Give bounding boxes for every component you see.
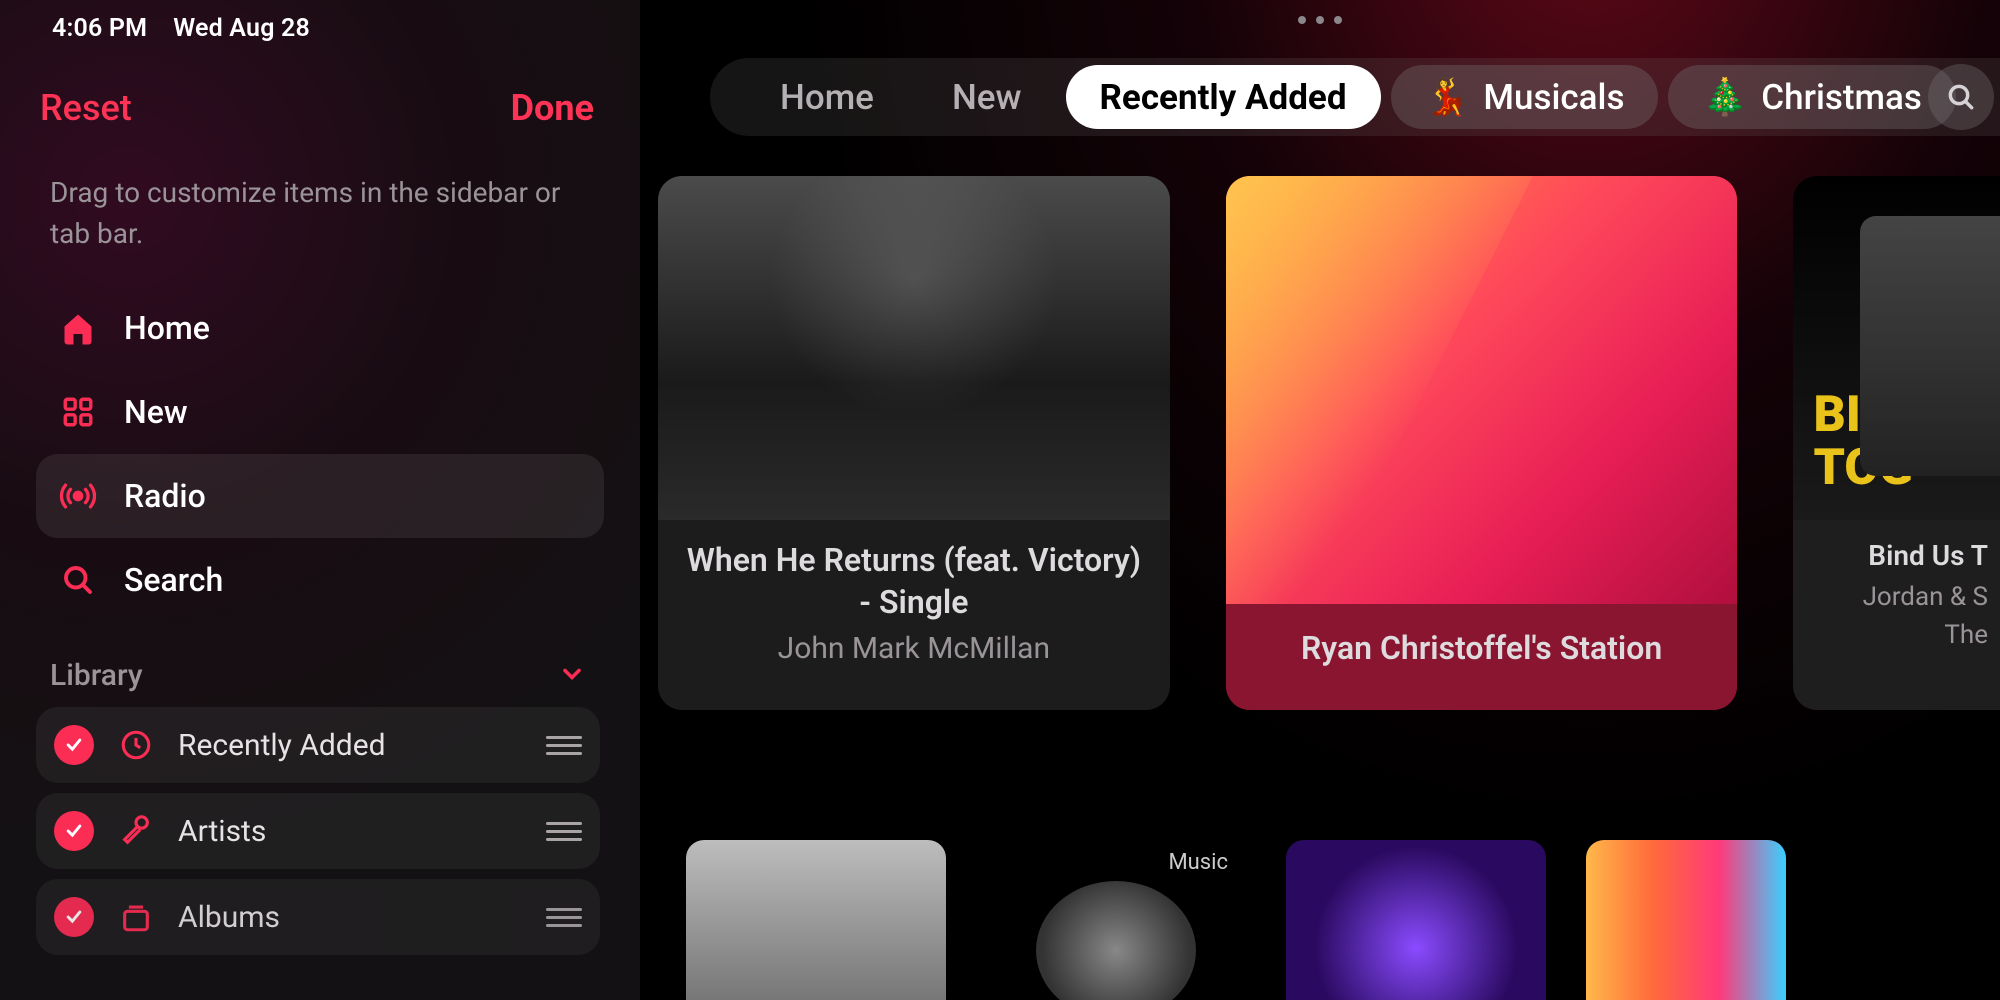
check-icon[interactable] [54, 897, 94, 937]
tab-recently-added[interactable]: Recently Added [1066, 65, 1381, 129]
search-button[interactable] [1928, 64, 1994, 130]
done-button[interactable]: Done [511, 87, 594, 129]
library-item-label: Artists [178, 814, 522, 849]
library-list: Recently Added Artists Albums [36, 707, 604, 955]
dancer-icon: 💃 [1425, 76, 1470, 118]
sidebar-item-label: Home [124, 309, 210, 347]
card-title: When He Returns (feat. Victory) - Single [684, 540, 1144, 623]
album-art [1036, 881, 1196, 1000]
sidebar-item-home[interactable]: Home [36, 286, 604, 370]
clock-icon [118, 727, 154, 763]
reset-button[interactable]: Reset [40, 87, 132, 129]
library-item-label: Recently Added [178, 728, 522, 763]
sidebar-nav: Home New Radio Search [36, 254, 604, 622]
card-title: Bind Us T [1817, 538, 1988, 574]
home-icon [58, 308, 98, 348]
tab-home[interactable]: Home [746, 65, 908, 129]
customize-sidebar-panel: 4:06 PM Wed Aug 28 Reset Done Drag to cu… [0, 0, 640, 1000]
sidebar-item-label: Search [124, 561, 223, 599]
list-item[interactable] [1286, 840, 1546, 1000]
status-time: 4:06 PM [52, 14, 147, 43]
tab-label: New [952, 77, 1022, 118]
check-icon[interactable] [54, 725, 94, 765]
sidebar-item-search[interactable]: Search [36, 538, 604, 622]
card-tertiary: The [1817, 620, 1988, 650]
station-art [1226, 176, 1738, 604]
library-item-label: Albums [178, 900, 522, 935]
sidebar-item-radio[interactable]: Radio [36, 454, 604, 538]
drag-handle-icon[interactable] [546, 822, 582, 841]
tab-label: Home [780, 77, 874, 118]
list-item[interactable]: Music [986, 840, 1246, 1000]
grid-icon [58, 392, 98, 432]
status-bar: 4:06 PM Wed Aug 28 [36, 0, 604, 43]
search-icon [1945, 81, 1977, 113]
drag-handle-icon[interactable] [546, 908, 582, 927]
library-title: Library [50, 658, 143, 693]
check-icon[interactable] [54, 811, 94, 851]
library-item-artists[interactable]: Artists [36, 793, 600, 869]
multitasking-dots-icon[interactable] [1298, 16, 1342, 24]
sidebar-hint: Drag to customize items in the sidebar o… [36, 129, 604, 254]
album-art-text: BINI TOG [1813, 389, 2000, 494]
apple-music-badge: Music [1168, 850, 1246, 875]
library-item-albums[interactable]: Albums [36, 879, 600, 955]
album-art: BINI TOG [1793, 176, 2000, 520]
sidebar-item-new[interactable]: New [36, 370, 604, 454]
album-card[interactable]: When He Returns (feat. Victory) - Single… [658, 176, 1170, 710]
library-section-header[interactable]: Library [36, 622, 604, 707]
tab-new[interactable]: New [918, 65, 1056, 129]
list-item[interactable] [1586, 840, 1786, 1000]
search-icon [58, 560, 98, 600]
drag-handle-icon[interactable] [546, 736, 582, 755]
card-title: Ryan Christoffel's Station [1252, 628, 1712, 670]
tab-label: Christmas [1761, 77, 1922, 118]
chevron-down-icon [558, 660, 586, 692]
tab-christmas[interactable]: 🎄 Christmas [1668, 65, 1955, 129]
list-item[interactable] [686, 840, 946, 1000]
tab-label: Musicals [1483, 77, 1624, 118]
main-content: Home New Recently Added 💃 Musicals 🎄 Chris… [640, 0, 2000, 1000]
album-art [658, 176, 1170, 520]
tab-musicals[interactable]: 💃 Musicals [1391, 65, 1659, 129]
library-item-recently-added[interactable]: Recently Added [36, 707, 600, 783]
station-card[interactable]: Ryan Christoffel's Station [1226, 176, 1738, 710]
stack-icon [118, 899, 154, 935]
card-subtitle: John Mark McMillan [684, 631, 1144, 666]
card-subtitle: Jordan & S [1817, 582, 1988, 612]
tab-bar: Home New Recently Added 💃 Musicals 🎄 Chris… [710, 58, 2000, 136]
sidebar-item-label: New [124, 393, 188, 431]
christmas-tree-icon: 🎄 [1702, 76, 1747, 118]
tab-label: Recently Added [1100, 77, 1347, 118]
status-date: Wed Aug 28 [173, 14, 310, 43]
sidebar-item-label: Radio [124, 477, 206, 515]
album-card[interactable]: BINI TOG Bind Us T Jordan & S The [1793, 176, 2000, 710]
radio-icon [58, 476, 98, 516]
mic-icon [118, 813, 154, 849]
